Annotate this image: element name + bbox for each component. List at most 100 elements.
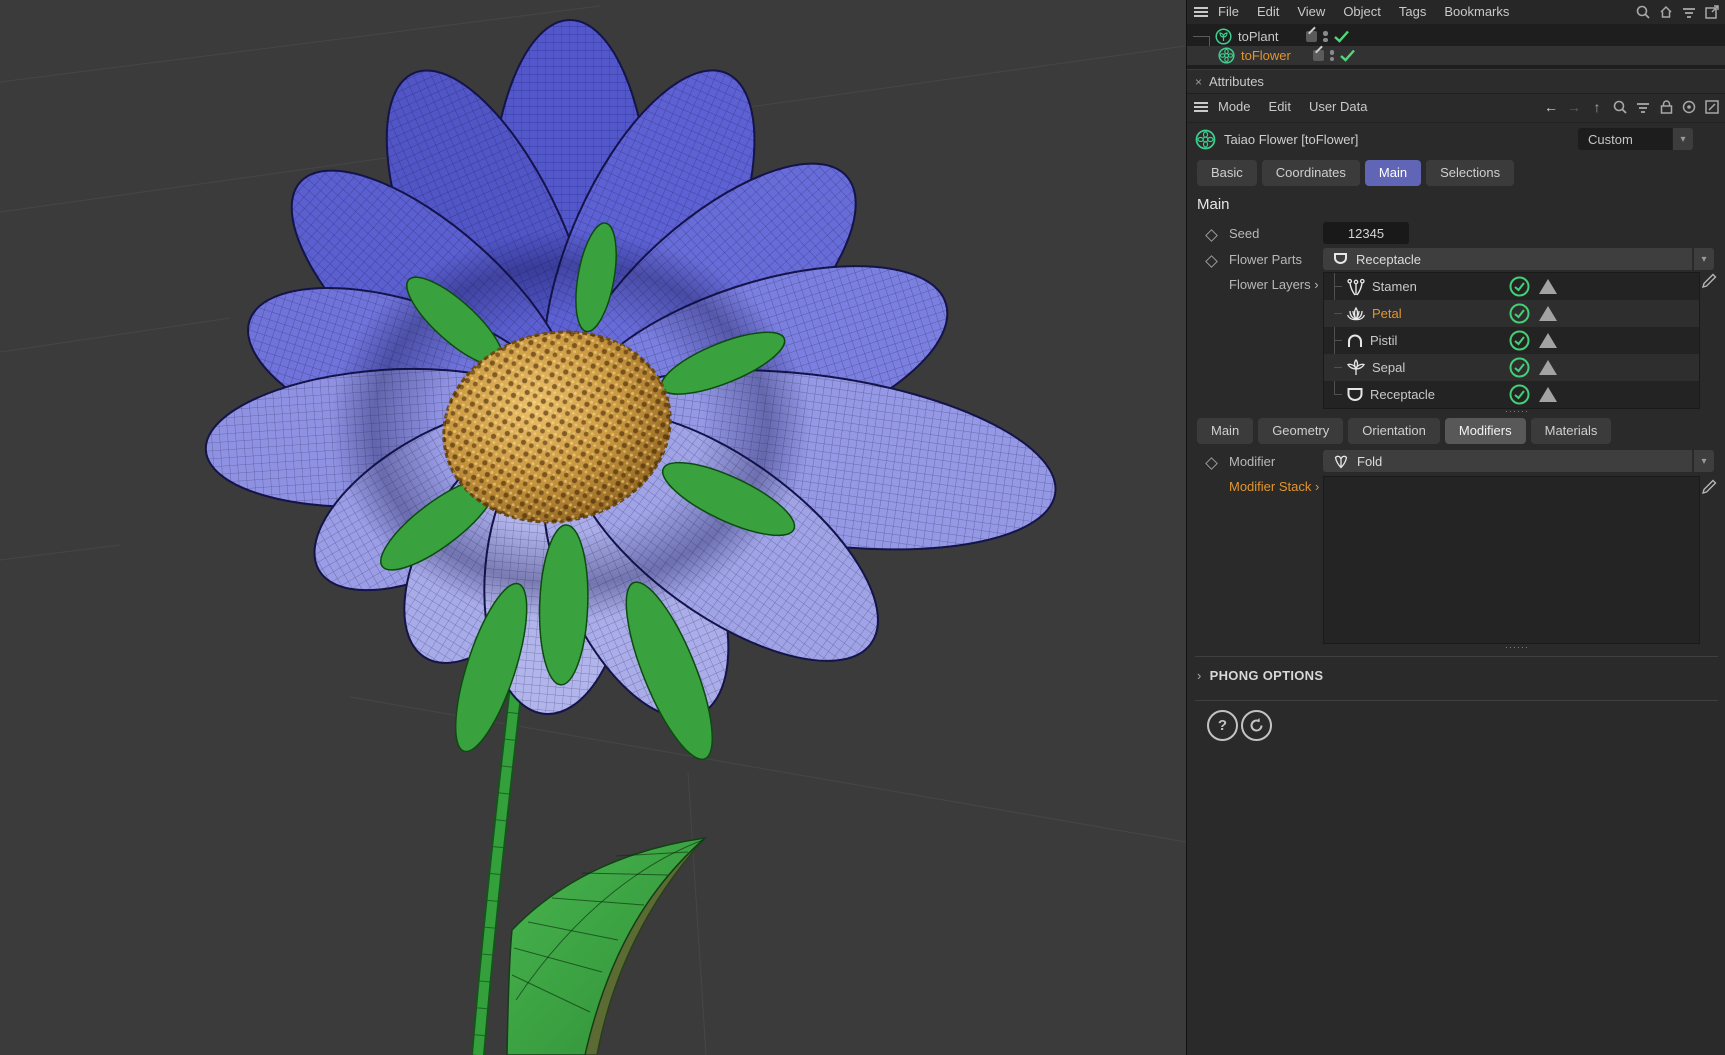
tab-modifiers[interactable]: Modifiers [1444,418,1526,444]
check-icon[interactable] [1334,30,1349,43]
pick-pencil-icon[interactable] [1701,272,1718,289]
expander-chevron-icon[interactable]: › [1315,479,1319,494]
enable-dots-icon[interactable] [1323,31,1328,42]
triangle-icon[interactable] [1539,306,1557,321]
filter-icon[interactable] [1635,99,1651,115]
receptacle-icon [1333,252,1348,266]
tab-basic[interactable]: Basic [1197,160,1257,186]
tab-materials[interactable]: Materials [1530,418,1612,444]
menu-bookmarks[interactable]: Bookmarks [1435,0,1518,24]
keyframe-diamond-icon[interactable] [1205,254,1218,269]
tab-geometry[interactable]: Geometry [1258,418,1344,444]
enable-dots-icon[interactable] [1329,50,1335,61]
3d-viewport[interactable] [0,0,1186,1055]
object-name-toflower[interactable]: toFlower [1241,48,1291,63]
layer-row-petal[interactable]: Petal [1324,300,1699,327]
tab-coordinates[interactable]: Coordinates [1261,160,1360,186]
enabled-check-icon[interactable] [1509,330,1530,351]
menu-mode[interactable]: Mode [1209,95,1260,119]
enabled-check-icon[interactable] [1509,303,1530,324]
layer-row-pistil[interactable]: Pistil [1324,327,1699,354]
layer-row-stamen[interactable]: Stamen [1324,273,1699,300]
flower-parts-dropdown[interactable]: Receptacle [1323,248,1692,270]
check-icon[interactable] [1340,49,1356,62]
resize-handle[interactable]: ······ [1487,406,1547,416]
layer-toggle-icon[interactable] [1306,31,1318,42]
flower-layers-label[interactable]: Flower Layers › [1229,277,1319,292]
tab-main[interactable]: Main [1364,160,1422,186]
layer-name: Petal [1372,306,1402,321]
application-window: File Edit View Object Tags Bookmarks toP… [0,0,1725,1055]
stamen-icon [1346,278,1366,296]
triangle-icon[interactable] [1539,279,1557,294]
phong-options-header[interactable]: › PHONG OPTIONS [1197,668,1323,683]
expander-chevron-icon[interactable]: › [1197,668,1202,683]
tree-row-toplant[interactable]: toPlant [1187,27,1725,46]
right-panel: File Edit View Object Tags Bookmarks toP… [1186,0,1725,1055]
search-icon[interactable] [1612,99,1628,115]
divider [1195,700,1718,701]
receptacle-icon [1346,387,1364,403]
menu-view[interactable]: View [1288,0,1334,24]
reset-button[interactable] [1241,710,1272,741]
grid-line [0,544,121,561]
object-name-toplant[interactable]: toPlant [1238,29,1278,44]
grid-line [687,771,707,1055]
enabled-check-icon[interactable] [1509,276,1530,297]
menu-edit[interactable]: Edit [1248,0,1288,24]
tab-sub-main[interactable]: Main [1197,418,1254,444]
lock-icon[interactable] [1658,99,1674,115]
triangle-icon[interactable] [1539,333,1557,348]
seed-label: Seed [1229,226,1260,241]
flower-parts-value: Receptacle [1356,251,1422,267]
modifier-dropdown[interactable]: Fold [1323,450,1692,472]
pick-pencil-icon[interactable] [1701,478,1718,495]
attributes-menubar: Mode Edit User Data ← → ↑ [1187,92,1725,123]
open-window-icon[interactable] [1704,4,1720,20]
grid-line [0,5,601,83]
back-icon[interactable]: ← [1543,99,1559,115]
layer-toggle-icon[interactable] [1312,50,1324,61]
triangle-icon[interactable] [1539,387,1557,402]
preset-dropdown[interactable]: Custom ▾ [1578,128,1693,150]
menu-object[interactable]: Object [1334,0,1390,24]
tab-orientation[interactable]: Orientation [1348,418,1440,444]
close-icon[interactable]: × [1187,75,1209,89]
layer-row-sepal[interactable]: Sepal [1324,354,1699,381]
enabled-check-icon[interactable] [1509,384,1530,405]
menu-user-data[interactable]: User Data [1300,95,1377,119]
seed-input[interactable]: 12345 [1323,222,1409,244]
expander-chevron-icon[interactable]: › [1314,277,1318,292]
tab-selections[interactable]: Selections [1426,160,1515,186]
menu-attr-edit[interactable]: Edit [1260,95,1300,119]
up-icon[interactable]: ↑ [1589,99,1605,115]
filter-icon[interactable] [1681,4,1697,20]
menu-tags[interactable]: Tags [1390,0,1435,24]
chevron-down-icon[interactable]: ▾ [1693,248,1714,270]
attribute-tabs: Basic Coordinates Main Selections [1197,160,1515,186]
modifier-stack-box[interactable] [1323,476,1700,644]
fold-icon [1333,453,1349,469]
triangle-icon[interactable] [1539,360,1557,375]
menu-file[interactable]: File [1209,0,1248,24]
keyframe-diamond-icon[interactable] [1205,456,1218,471]
chevron-down-icon[interactable]: ▾ [1672,128,1693,150]
home-icon[interactable] [1658,4,1674,20]
resize-handle[interactable]: ······ [1487,642,1547,652]
modifier-stack-label[interactable]: Modifier Stack › [1229,479,1319,494]
help-button[interactable]: ? [1207,710,1238,741]
hamburger-menu-icon[interactable] [1193,4,1209,20]
target-icon[interactable] [1681,99,1697,115]
new-window-icon[interactable] [1704,99,1720,115]
keyframe-diamond-icon[interactable] [1205,228,1218,243]
tree-row-toflower[interactable]: toFlower [1187,46,1725,65]
chevron-down-icon[interactable]: ▾ [1693,450,1714,472]
attributes-titlebar: × Attributes [1187,69,1725,94]
search-icon[interactable] [1635,4,1651,20]
preset-value[interactable]: Custom [1578,128,1672,150]
flower-object-icon [1218,47,1235,64]
hamburger-menu-icon[interactable] [1193,99,1209,115]
enabled-check-icon[interactable] [1509,357,1530,378]
forward-icon[interactable]: → [1566,99,1582,115]
layer-row-receptacle[interactable]: Receptacle [1324,381,1699,408]
